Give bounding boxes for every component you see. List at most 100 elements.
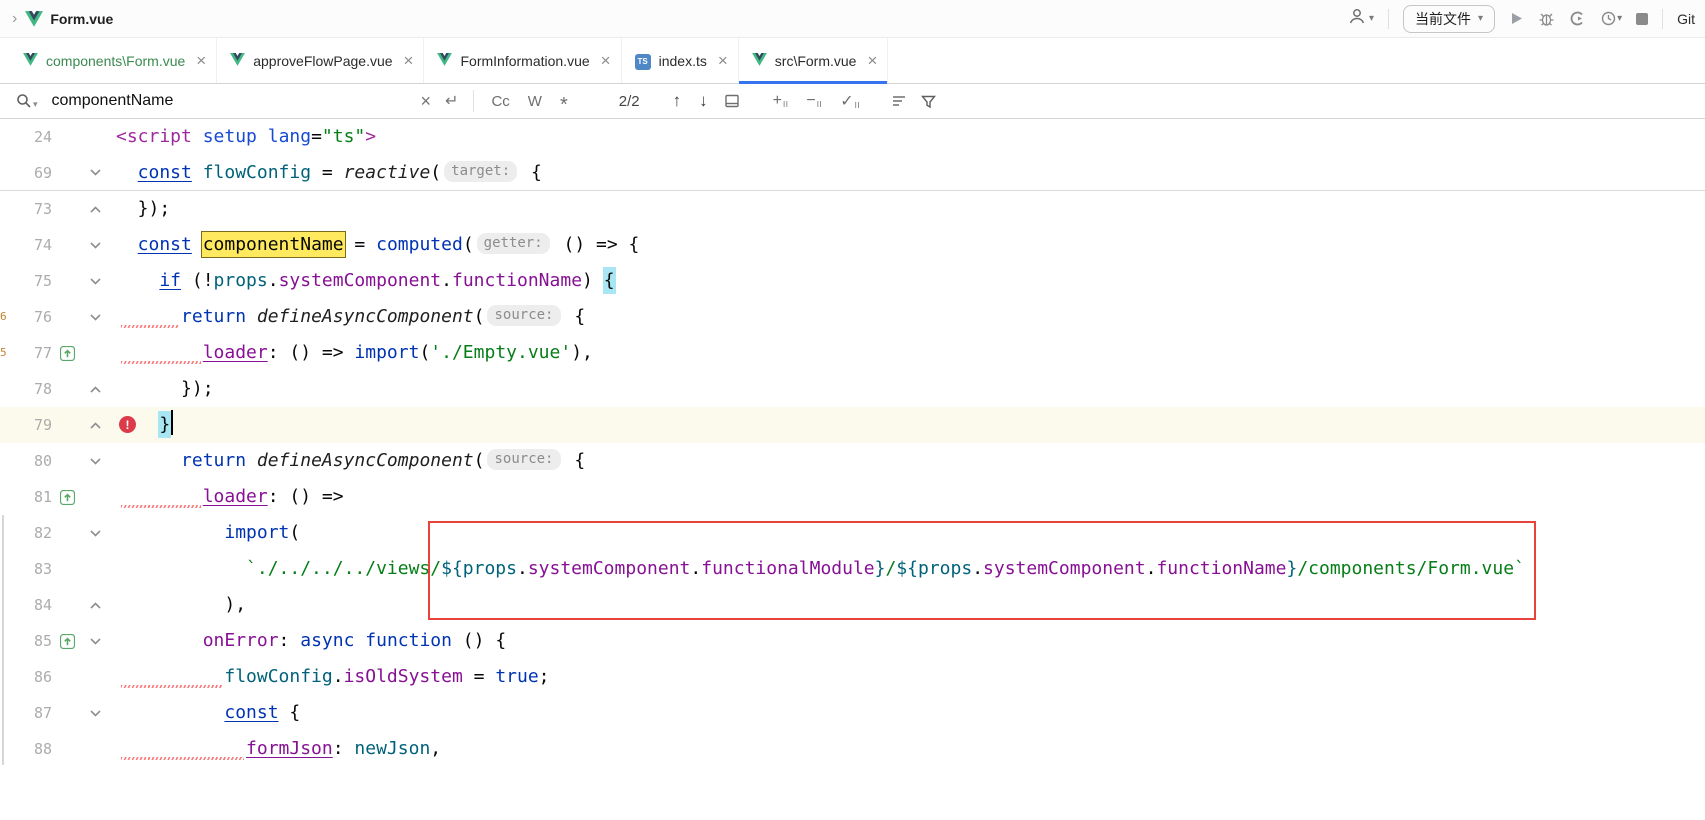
line-number[interactable]: 77 [10, 335, 52, 371]
previous-match-button[interactable]: ↑ [673, 91, 682, 111]
code-token: <script [116, 126, 192, 147]
fold-collapse-icon[interactable] [82, 457, 108, 466]
code-token: { [520, 162, 542, 183]
run-button[interactable] [1509, 11, 1524, 26]
code-line-current[interactable]: 79}! [0, 407, 1705, 443]
editor-tab[interactable]: FormInformation.vue× [424, 38, 621, 83]
code-line[interactable]: 24<script setup lang="ts"> [0, 119, 1705, 155]
editor-tab[interactable]: src\Form.vue× [739, 38, 889, 83]
close-tab-icon[interactable]: × [601, 52, 611, 69]
fold-collapse-icon[interactable] [82, 313, 108, 322]
line-number[interactable]: 84 [10, 587, 52, 623]
code-line[interactable]: 577loader: () => import('./Empty.vue'), [0, 335, 1705, 371]
code-token: : () => [268, 342, 355, 363]
editor-tab[interactable]: components\Form.vue× [10, 38, 217, 83]
line-number[interactable]: 73 [10, 191, 52, 227]
code-line[interactable]: 80return defineAsyncComponent(source: { [0, 443, 1705, 479]
filter-search-button[interactable] [921, 94, 936, 109]
fold-collapse-icon[interactable] [82, 241, 108, 250]
fold-collapse-icon[interactable] [82, 168, 108, 177]
code-line[interactable]: 78}); [0, 371, 1705, 407]
fold-collapse-icon[interactable] [82, 637, 108, 646]
gutter-arrow-up-icon[interactable] [52, 634, 82, 649]
line-number[interactable]: 75 [10, 263, 52, 299]
code-line[interactable]: 74const componentName = computed(getter:… [0, 227, 1705, 263]
line-number[interactable]: 85 [10, 623, 52, 659]
line-number[interactable]: 78 [10, 371, 52, 407]
line-number[interactable]: 74 [10, 227, 52, 263]
words-toggle[interactable]: W [528, 93, 542, 110]
fold-collapse-icon[interactable] [82, 529, 108, 538]
fold-end-icon[interactable] [82, 205, 108, 214]
code-line[interactable]: 88formJson: newJson, [0, 731, 1705, 767]
code-line[interactable]: 84), [0, 587, 1705, 623]
code-line[interactable]: 73}); [0, 191, 1705, 227]
open-results-button[interactable] [724, 93, 740, 109]
line-number[interactable]: 88 [10, 731, 52, 767]
code-token: functionName [452, 270, 582, 291]
next-match-button[interactable]: ↓ [699, 91, 708, 111]
line-number[interactable]: 82 [10, 515, 52, 551]
code-token: if [159, 270, 181, 291]
line-number[interactable]: 79 [10, 407, 52, 443]
code-token: ), [571, 342, 593, 363]
select-all-occurrences-button[interactable]: ✓II [840, 91, 860, 111]
close-tab-icon[interactable]: × [404, 52, 414, 69]
code-text: return defineAsyncComponent(source: { [112, 299, 585, 335]
fold-end-icon[interactable] [82, 601, 108, 610]
user-accounts-button[interactable]: ▾ [1348, 7, 1374, 30]
code-line[interactable]: 86flowConfig.isOldSystem = true; [0, 659, 1705, 695]
fold-collapse-icon[interactable] [82, 709, 108, 718]
clear-search-icon[interactable]: × [421, 91, 432, 112]
close-tab-icon[interactable]: × [196, 52, 206, 69]
line-number[interactable]: 83 [10, 551, 52, 587]
gutter: 74 [0, 227, 112, 263]
line-number[interactable]: 76 [10, 299, 52, 335]
line-number[interactable]: 81 [10, 479, 52, 515]
code-token: loader [203, 342, 268, 363]
newline-icon[interactable]: ↵ [445, 91, 458, 111]
code-line[interactable]: 676return defineAsyncComponent(source: { [0, 299, 1705, 335]
editor-tab[interactable]: TSindex.ts× [622, 38, 739, 83]
gutter-arrow-up-icon[interactable] [52, 346, 82, 361]
code-editor[interactable]: 24<script setup lang="ts">69const flowCo… [0, 119, 1705, 767]
remove-occurrence-button[interactable]: −II [806, 92, 822, 110]
profiler-button[interactable]: ▾ [1600, 10, 1622, 27]
debug-button[interactable] [1538, 10, 1555, 27]
coverage-button[interactable] [1569, 10, 1586, 27]
line-number[interactable]: 80 [10, 443, 52, 479]
editor-tab[interactable]: approveFlowPage.vue× [217, 38, 424, 83]
gutter-arrow-up-icon[interactable] [52, 490, 82, 505]
fold-end-icon[interactable] [82, 385, 108, 394]
code-token: ( [474, 450, 485, 471]
line-number[interactable]: 87 [10, 695, 52, 731]
code-line[interactable]: 83`./../../../views/${props.systemCompon… [0, 551, 1705, 587]
line-number[interactable]: 24 [10, 119, 52, 155]
code-line[interactable]: 75if (!props.systemComponent.functionNam… [0, 263, 1705, 299]
fold-end-icon[interactable] [82, 421, 108, 430]
close-tab-icon[interactable]: × [718, 52, 728, 69]
fold-collapse-icon[interactable] [82, 277, 108, 286]
vcs-widget[interactable]: Git [1677, 11, 1695, 27]
code-line[interactable]: 81loader: () => [0, 479, 1705, 515]
code-line[interactable]: 87const { [0, 695, 1705, 731]
stop-button[interactable] [1636, 13, 1648, 25]
code-token: functionName [1156, 558, 1286, 579]
code-token: import [354, 342, 419, 363]
close-tab-icon[interactable]: × [867, 52, 877, 69]
run-config-dropdown[interactable]: 当前文件▾ [1403, 5, 1495, 33]
code-line[interactable]: 82import( [0, 515, 1705, 551]
search-history-arrow-icon[interactable]: ▾ [33, 99, 38, 110]
code-line[interactable]: 69const flowConfig = reactive(target: { [0, 155, 1705, 191]
line-number[interactable]: 69 [10, 155, 52, 191]
search-icon[interactable] [16, 93, 32, 109]
code-line[interactable]: 85onError: async function () { [0, 623, 1705, 659]
add-occurrence-button[interactable]: +II [773, 92, 789, 110]
regex-toggle[interactable]: * [560, 94, 568, 117]
search-input[interactable]: componentName [52, 92, 414, 110]
line-number[interactable]: 86 [10, 659, 52, 695]
filter-lines-button[interactable] [891, 93, 907, 109]
code-token: ( [419, 342, 430, 363]
match-case-toggle[interactable]: Cc [491, 93, 509, 110]
search-match-count: 2/2 [619, 93, 640, 110]
